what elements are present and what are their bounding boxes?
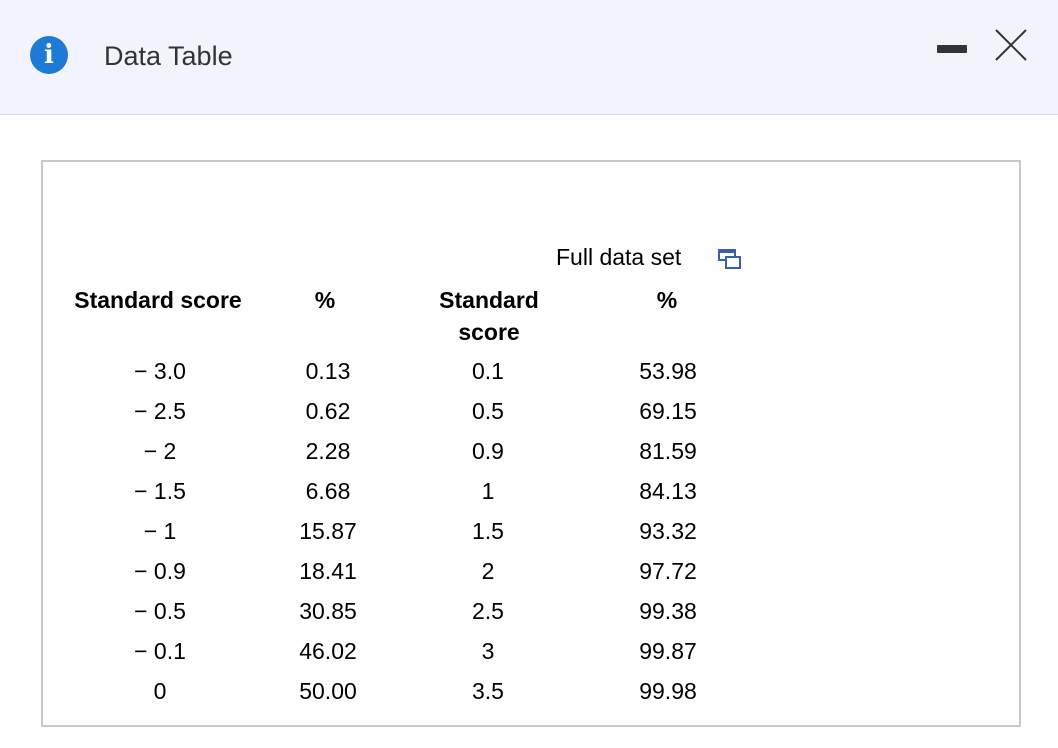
left-score-cell: − 3.0 bbox=[134, 358, 186, 384]
right-score-cell: 0.9 bbox=[472, 438, 504, 464]
right-percent-cell: 53.98 bbox=[639, 358, 697, 384]
left-percent-cell: 0.62 bbox=[305, 398, 351, 424]
right-score-cell: 2 bbox=[481, 558, 495, 584]
right-percent-cell: 99.98 bbox=[639, 678, 697, 704]
right-score-cell: 1.5 bbox=[472, 518, 504, 544]
right-percent-cell: 69.15 bbox=[639, 398, 697, 424]
left-score-cell: − 0.1 bbox=[134, 638, 186, 664]
close-button[interactable] bbox=[992, 26, 1030, 64]
minimize-button[interactable] bbox=[937, 40, 967, 58]
right-percent-cell: 81.59 bbox=[639, 438, 697, 464]
right-percent-cell: 99.38 bbox=[639, 598, 697, 624]
header-standard-score-right: Standard score bbox=[439, 287, 539, 345]
header-percent-left: % bbox=[314, 287, 336, 313]
header-standard-score-left: Standard score bbox=[74, 287, 242, 313]
right-score-cell: 0.5 bbox=[472, 398, 504, 424]
left-percent-cell: 30.85 bbox=[299, 598, 357, 624]
info-icon: i bbox=[30, 36, 68, 74]
left-percent-cell: 0.13 bbox=[305, 358, 351, 384]
left-percent-cell: 18.41 bbox=[299, 558, 357, 584]
right-score-cell: 3.5 bbox=[472, 678, 504, 704]
left-score-cell: − 1 bbox=[143, 518, 177, 544]
left-score-cell: − 2 bbox=[143, 438, 177, 464]
left-percent-cell: 50.00 bbox=[299, 678, 357, 704]
right-score-cell: 2.5 bbox=[472, 598, 504, 624]
minimize-icon bbox=[937, 45, 967, 53]
left-score-cell: 0 bbox=[153, 678, 167, 704]
right-percent-cell: 97.72 bbox=[639, 558, 697, 584]
full-data-set-label: Full data set bbox=[556, 244, 682, 270]
right-percent-cell: 93.32 bbox=[639, 518, 697, 544]
right-percent-cell: 84.13 bbox=[639, 478, 697, 504]
left-percent-cell: 6.68 bbox=[305, 478, 351, 504]
left-score-cell: − 0.5 bbox=[134, 598, 186, 624]
close-icon bbox=[995, 29, 1027, 61]
left-percent-cell: 46.02 bbox=[299, 638, 357, 664]
right-score-cell: 0.1 bbox=[472, 358, 504, 384]
copy-icon bbox=[718, 249, 741, 269]
left-score-cell: − 2.5 bbox=[134, 398, 186, 424]
right-percent-cell: 99.87 bbox=[639, 638, 697, 664]
right-score-cell: 3 bbox=[481, 638, 495, 664]
dialog-title: Data Table bbox=[104, 41, 233, 71]
left-score-cell: − 0.9 bbox=[134, 558, 186, 584]
copy-data-button[interactable] bbox=[718, 248, 742, 270]
right-score-cell: 1 bbox=[481, 478, 495, 504]
left-percent-cell: 15.87 bbox=[299, 518, 357, 544]
header-percent-right: % bbox=[656, 287, 678, 313]
left-percent-cell: 2.28 bbox=[305, 438, 351, 464]
dialog-header: i Data Table bbox=[0, 0, 1058, 115]
left-score-cell: − 1.5 bbox=[134, 478, 186, 504]
